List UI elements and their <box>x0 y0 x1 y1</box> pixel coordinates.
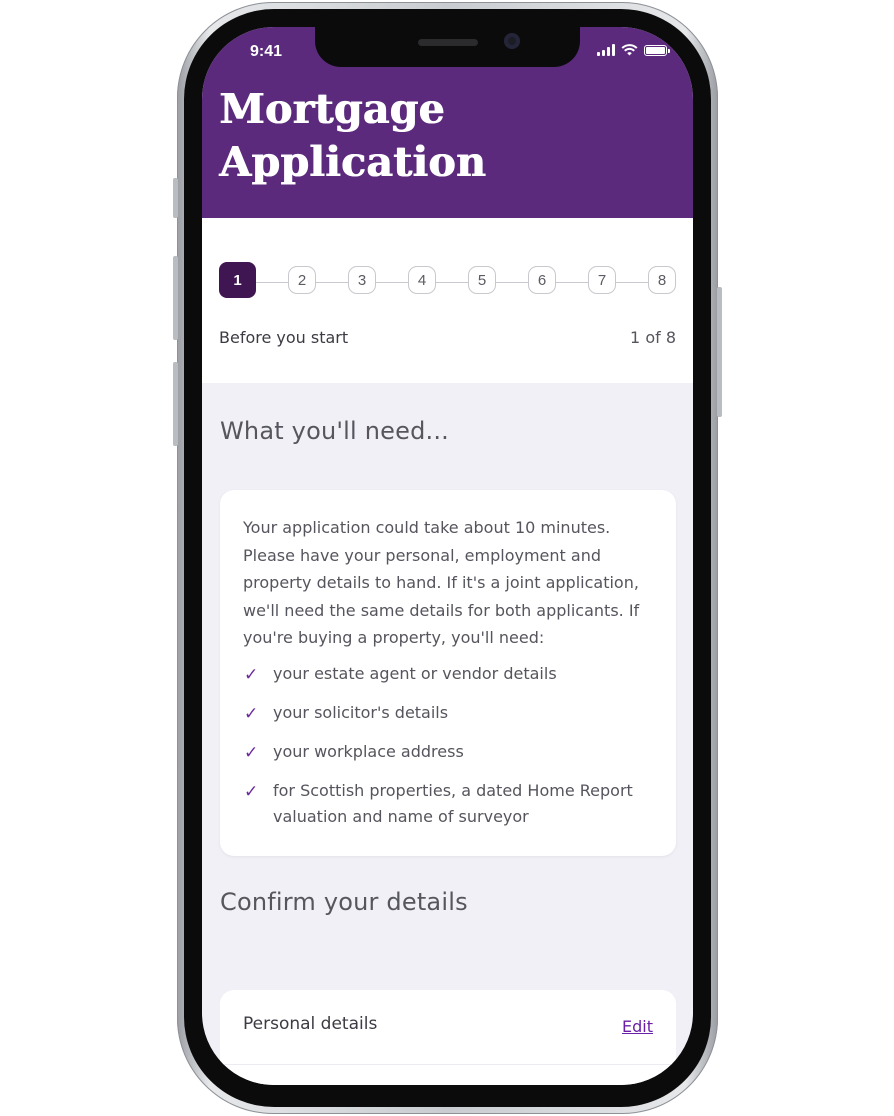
cellular-signal-icon <box>597 44 615 56</box>
phone-notch <box>315 27 580 67</box>
list-item-text: your estate agent or vendor details <box>273 664 557 683</box>
step-5[interactable]: 5 <box>468 266 496 294</box>
checkmark-icon: ✓ <box>244 704 259 724</box>
progress-stepper: 1 2 3 4 5 6 7 8 Before you start 1 of 8 <box>202 218 693 383</box>
requirements-intro: Your application could take about 10 min… <box>243 518 640 647</box>
phone-volume-down-button <box>173 362 178 446</box>
personal-details-row: Personal details Edit <box>220 990 676 1065</box>
requirements-list: ✓ your estate agent or vendor details ✓ … <box>243 661 663 843</box>
step-1[interactable]: 1 <box>219 262 256 298</box>
wifi-icon <box>621 44 638 56</box>
list-item: ✓ for Scottish properties, a dated Home … <box>243 778 663 830</box>
list-item-text: your workplace address <box>273 742 464 761</box>
list-item: ✓ your solicitor's details <box>243 700 663 726</box>
confirm-details-heading: Confirm your details <box>220 888 468 916</box>
step-3[interactable]: 3 <box>348 266 376 294</box>
checkmark-icon: ✓ <box>244 782 259 802</box>
step-counter: 1 of 8 <box>630 328 676 347</box>
status-icons <box>597 44 670 56</box>
phone-screen: Mortgage Application 9:41 1 2 3 4 5 6 7 … <box>202 27 693 1085</box>
step-6[interactable]: 6 <box>528 266 556 294</box>
list-item-text: for Scottish properties, a dated Home Re… <box>273 781 633 826</box>
speaker-grille <box>418 39 478 46</box>
what-you-need-heading: What you'll need... <box>220 417 450 445</box>
checkmark-icon: ✓ <box>244 665 259 685</box>
step-7[interactable]: 7 <box>588 266 616 294</box>
step-caption: Before you start <box>219 328 349 347</box>
battery-icon <box>644 44 670 56</box>
phone-volume-up-button <box>173 256 178 340</box>
list-item-text: your solicitor's details <box>273 703 449 722</box>
requirements-card: Your application could take about 10 min… <box>220 490 676 856</box>
edit-personal-details-link[interactable]: Edit <box>622 1017 653 1036</box>
checkmark-icon: ✓ <box>244 743 259 763</box>
personal-details-label: Personal details <box>243 1014 378 1034</box>
list-item: ✓ your estate agent or vendor details <box>243 661 663 687</box>
details-card: Personal details Edit <box>220 990 676 1085</box>
step-8[interactable]: 8 <box>648 266 676 294</box>
step-4[interactable]: 4 <box>408 266 436 294</box>
step-2[interactable]: 2 <box>288 266 316 294</box>
status-time: 9:41 <box>250 43 283 60</box>
list-item: ✓ your workplace address <box>243 739 663 765</box>
page-title: Mortgage Application <box>219 85 486 186</box>
phone-silent-switch <box>173 178 178 218</box>
front-camera <box>504 33 520 49</box>
phone-power-button <box>717 287 722 417</box>
